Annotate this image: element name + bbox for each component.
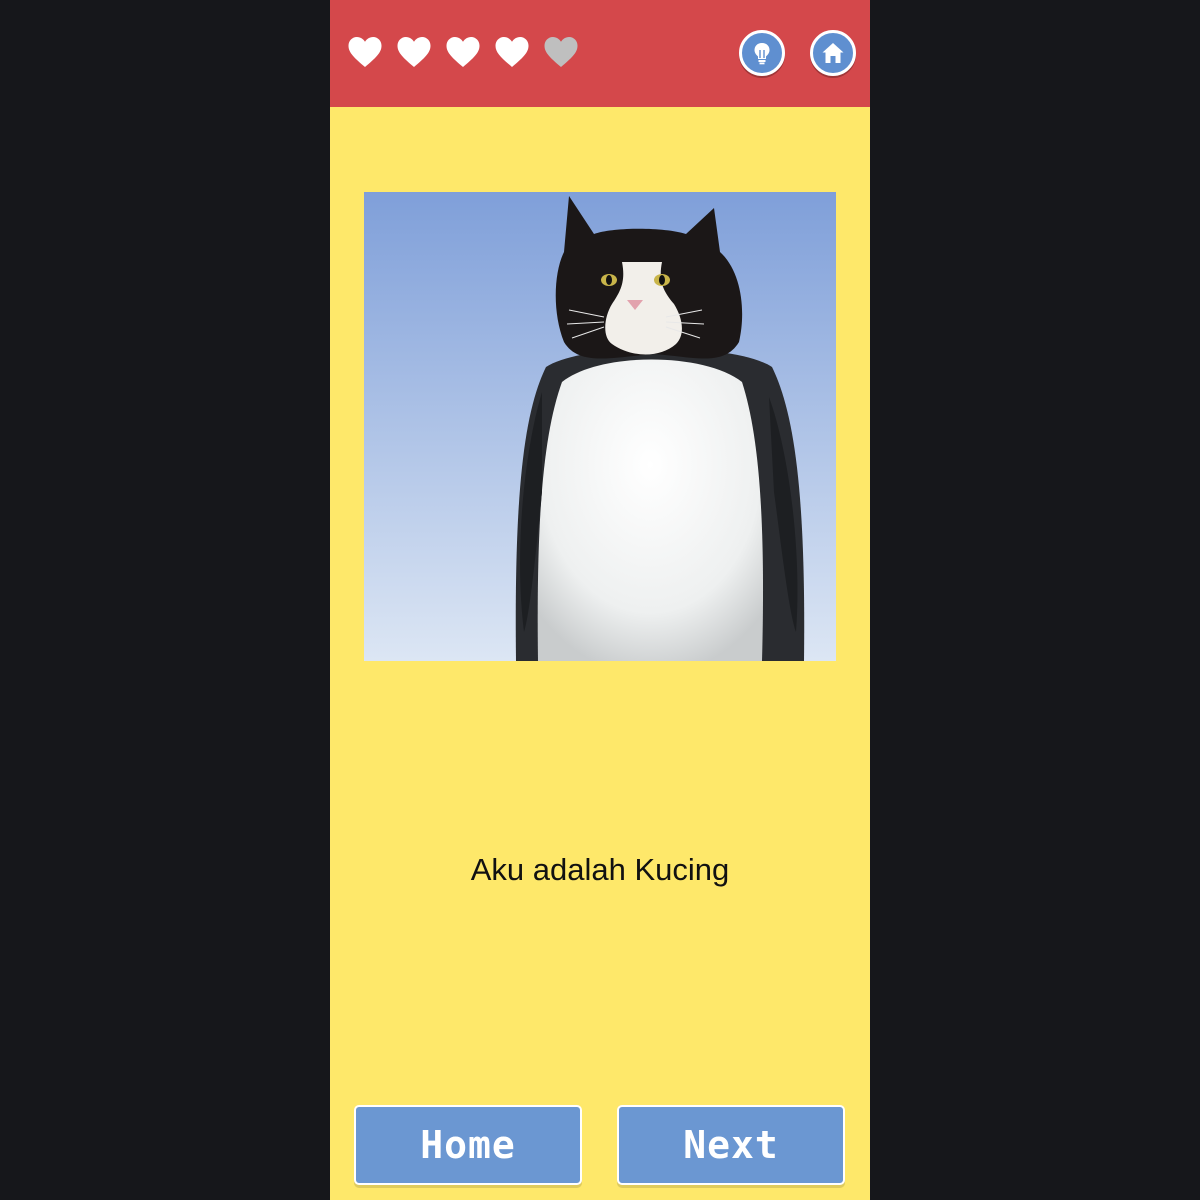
cat-penguin-image [364,192,836,661]
heart-full-icon [446,37,480,67]
heart-full-icon [397,37,431,67]
home-icon-button[interactable] [810,30,856,76]
hint-button[interactable] [739,30,785,76]
top-bar [330,0,870,107]
heart-full-icon [495,37,529,67]
caption-text: Aku adalah Kucing [470,852,730,887]
home-button[interactable]: Home [354,1105,582,1185]
lightbulb-icon [754,43,770,65]
home-icon [822,43,844,63]
heart-full-icon [348,37,382,67]
next-button[interactable]: Next [617,1105,845,1185]
heart-empty-icon [544,37,578,67]
lives-indicator [347,34,579,74]
game-screen: Aku adalah Kucing Home Next [330,0,870,1200]
